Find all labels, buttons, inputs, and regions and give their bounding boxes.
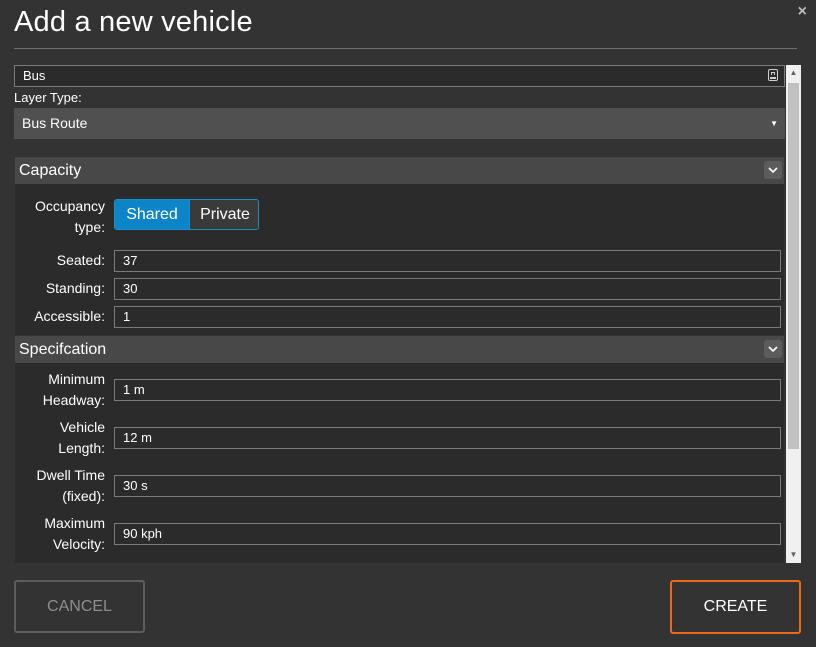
minimum-headway-input[interactable] — [123, 380, 763, 400]
keyboard-icon[interactable] — [768, 69, 778, 81]
minimum-headway-label-line2: Headway: — [42, 392, 105, 408]
form-scroll-area[interactable]: Layer Type: Bus Route ▼ Capacity Occupan… — [14, 65, 801, 563]
specification-panel-title: Specifcation — [19, 341, 107, 358]
occupancy-private-option[interactable]: Private — [189, 200, 258, 229]
capacity-panel-header[interactable]: Capacity — [15, 157, 784, 184]
minimum-headway-label: Minimum Headway: — [15, 369, 105, 411]
accessible-label: Accessible: — [34, 308, 105, 324]
vertical-scrollbar[interactable]: ▲ ▼ — [786, 65, 801, 563]
standing-input[interactable] — [123, 279, 763, 299]
dwell-time-label-line1: Dwell Time — [36, 467, 105, 483]
scroll-down-icon[interactable]: ▼ — [786, 547, 801, 563]
vehicle-name-field[interactable] — [14, 65, 785, 87]
maximum-velocity-label-line2: Velocity: — [52, 536, 105, 552]
vehicle-length-input[interactable] — [123, 428, 763, 448]
capacity-panel: Capacity Occupancy type: Shared Private … — [15, 157, 784, 335]
caret-down-icon: ▼ — [770, 119, 778, 128]
maximum-velocity-label-line1: Maximum — [44, 515, 105, 531]
layer-type-select[interactable]: Bus Route ▼ — [14, 108, 785, 139]
dwell-time-label: Dwell Time (fixed): — [15, 465, 105, 507]
occupancy-type-label-line1: Occupancy — [34, 198, 105, 214]
scroll-up-icon[interactable]: ▲ — [786, 65, 801, 81]
vehicle-length-label-line1: Vehicle — [59, 419, 105, 435]
capacity-panel-title: Capacity — [19, 162, 82, 179]
vehicle-length-label-line2: Length: — [58, 440, 105, 456]
specification-panel-header[interactable]: Specifcation — [15, 336, 784, 363]
occupancy-type-toggle[interactable]: Shared Private — [114, 199, 259, 230]
dwell-time-input[interactable] — [123, 476, 763, 496]
maximum-velocity-label: Maximum Velocity: — [15, 513, 105, 555]
layer-type-selected: Bus Route — [22, 115, 88, 131]
cancel-button[interactable]: CANCEL — [14, 580, 145, 633]
title-divider — [14, 48, 797, 49]
specification-panel: Specifcation Minimum Headway: Vehicle Le… — [15, 336, 784, 563]
occupancy-shared-option[interactable]: Shared — [115, 200, 189, 229]
maximum-velocity-input[interactable] — [123, 524, 763, 544]
maximum-velocity-field[interactable] — [114, 523, 781, 545]
layer-type-label: Layer Type: — [14, 90, 82, 105]
seated-field[interactable] — [114, 250, 781, 272]
vehicle-length-field[interactable] — [114, 427, 781, 449]
close-icon[interactable]: × — [798, 3, 807, 21]
vehicle-length-label: Vehicle Length: — [15, 417, 105, 459]
dwell-time-field[interactable] — [114, 475, 781, 497]
create-button[interactable]: CREATE — [670, 580, 801, 634]
minimum-headway-field[interactable] — [114, 379, 781, 401]
standing-field[interactable] — [114, 278, 781, 300]
dialog-title: Add a new vehicle — [14, 6, 253, 38]
standing-label: Standing: — [45, 280, 105, 296]
scrollbar-thumb[interactable] — [788, 83, 799, 449]
vehicle-name-input[interactable] — [23, 66, 743, 86]
chevron-down-icon[interactable] — [764, 161, 782, 179]
chevron-down-icon[interactable] — [764, 340, 782, 358]
dwell-time-label-line2: (fixed): — [62, 488, 105, 504]
seated-input[interactable] — [123, 251, 763, 271]
minimum-headway-label-line1: Minimum — [48, 371, 105, 387]
occupancy-type-label-line2: type: — [74, 219, 105, 235]
accessible-input[interactable] — [123, 307, 763, 327]
occupancy-type-label: Occupancy type: — [15, 196, 105, 238]
accessible-field[interactable] — [114, 306, 781, 328]
seated-label: Seated: — [56, 252, 105, 268]
